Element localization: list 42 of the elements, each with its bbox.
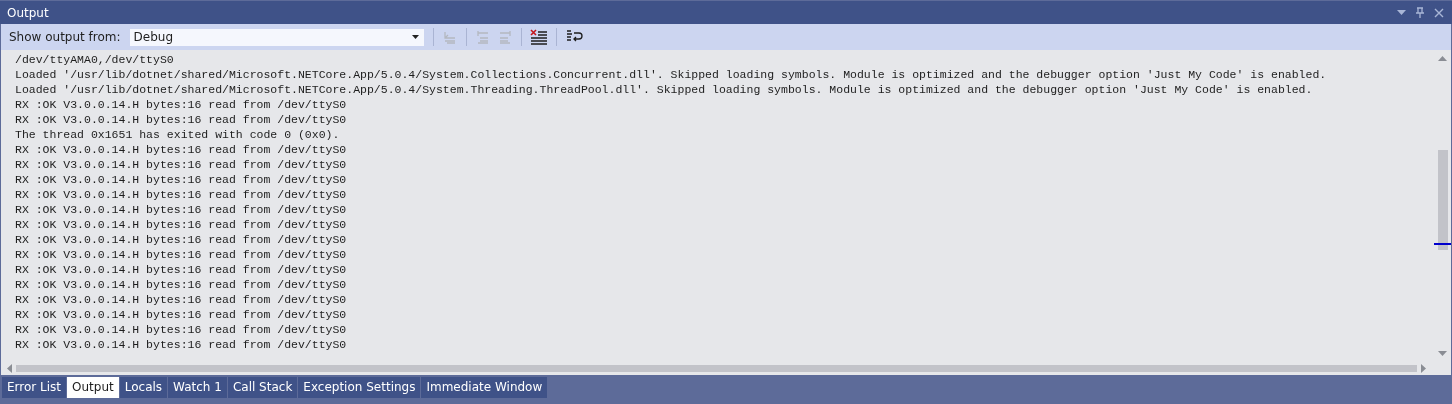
output-line: RX :OK V3.0.0.14.H bytes:16 read from /dev/ttyS0: [15, 97, 348, 112]
output-line: Loaded '/usr/lib/dotnet/shared/Microsoft.NETCore.App/5.0.4/System.Threading.ThreadPool.dll'. Skipped loading symbols. Module is optimized and the debugger option 'Just My Code' is enabled.: [15, 82, 1314, 97]
output-line: RX :OK V3.0.0.14.H bytes:16 read from /dev/ttyS0: [15, 202, 348, 217]
panel-tab[interactable]: Output: [67, 377, 119, 398]
output-line: RX :OK V3.0.0.14.H bytes:16 read from /dev/ttyS0: [15, 262, 348, 277]
dropdown-icon[interactable]: [1397, 10, 1406, 15]
close-icon[interactable]: [1434, 7, 1444, 18]
caret-icon: [411, 35, 419, 39]
output-line: RX :OK V3.0.0.14.H bytes:16 read from /dev/ttyS0: [15, 232, 348, 247]
output-line: RX :OK V3.0.0.14.H bytes:16 read from /dev/ttyS0: [15, 142, 348, 157]
output-line: RX :OK V3.0.0.14.H bytes:16 read from /dev/ttyS0: [15, 187, 348, 202]
source-label: Show output from:: [9, 30, 121, 44]
output-line: RX :OK V3.0.0.14.H bytes:16 read from /dev/ttyS0: [15, 337, 348, 352]
panel-tab[interactable]: Call Stack: [227, 377, 298, 398]
panel-tab[interactable]: Watch 1: [168, 377, 227, 398]
scroll-left-icon[interactable]: [7, 363, 12, 373]
output-line: /dev/ttyAMA0,/dev/ttyS0: [15, 52, 175, 67]
output-line: The thread 0x1651 has exited with code 0 (0x0).: [15, 127, 341, 142]
panel-tab[interactable]: Immediate Window: [421, 377, 548, 398]
clear-all-icon[interactable]: [529, 29, 548, 45]
scroll-down-icon[interactable]: [1438, 351, 1447, 356]
panel-tab[interactable]: Error List: [2, 377, 67, 398]
output-line: RX :OK V3.0.0.14.H bytes:16 read from /dev/ttyS0: [15, 217, 348, 232]
pin-icon[interactable]: [1416, 7, 1424, 18]
output-line: RX :OK V3.0.0.14.H bytes:16 read from /dev/ttyS0: [15, 292, 348, 307]
output-line: RX :OK V3.0.0.14.H bytes:16 read from /dev/ttyS0: [15, 277, 348, 292]
horizontal-scroll-thumb[interactable]: [16, 364, 1417, 372]
scroll-right-icon[interactable]: [1421, 363, 1426, 373]
output-line: RX :OK V3.0.0.14.H bytes:16 read from /dev/ttyS0: [15, 172, 348, 187]
output-line: RX :OK V3.0.0.14.H bytes:16 read from /dev/ttyS0: [15, 307, 348, 322]
source-dropdown[interactable]: Debug: [128, 27, 425, 47]
output-line: RX :OK V3.0.0.14.H bytes:16 read from /dev/ttyS0: [15, 322, 348, 337]
panel-tab[interactable]: Exception Settings: [298, 377, 421, 398]
output-line: Loaded '/usr/lib/dotnet/shared/Microsoft.NETCore.App/5.0.4/System.Collections.Concurrent.dll'. Skipped loading symbols. Module is optimized and the debugger option 'Just My Code' is enabled.: [15, 67, 1328, 82]
panel-tab[interactable]: Locals: [119, 377, 168, 398]
caret-marker: [1434, 243, 1451, 245]
scroll-thumb[interactable]: [1438, 150, 1448, 250]
output-line: RX :OK V3.0.0.14.H bytes:16 read from /dev/ttyS0: [15, 157, 348, 172]
scroll-up-icon[interactable]: [1438, 56, 1447, 61]
output-line: RX :OK V3.0.0.14.H bytes:16 read from /dev/ttyS0: [15, 112, 348, 127]
output-line: RX :OK V3.0.0.14.H bytes:16 read from /dev/ttyS0: [15, 247, 348, 262]
window-title: Output: [7, 5, 49, 20]
